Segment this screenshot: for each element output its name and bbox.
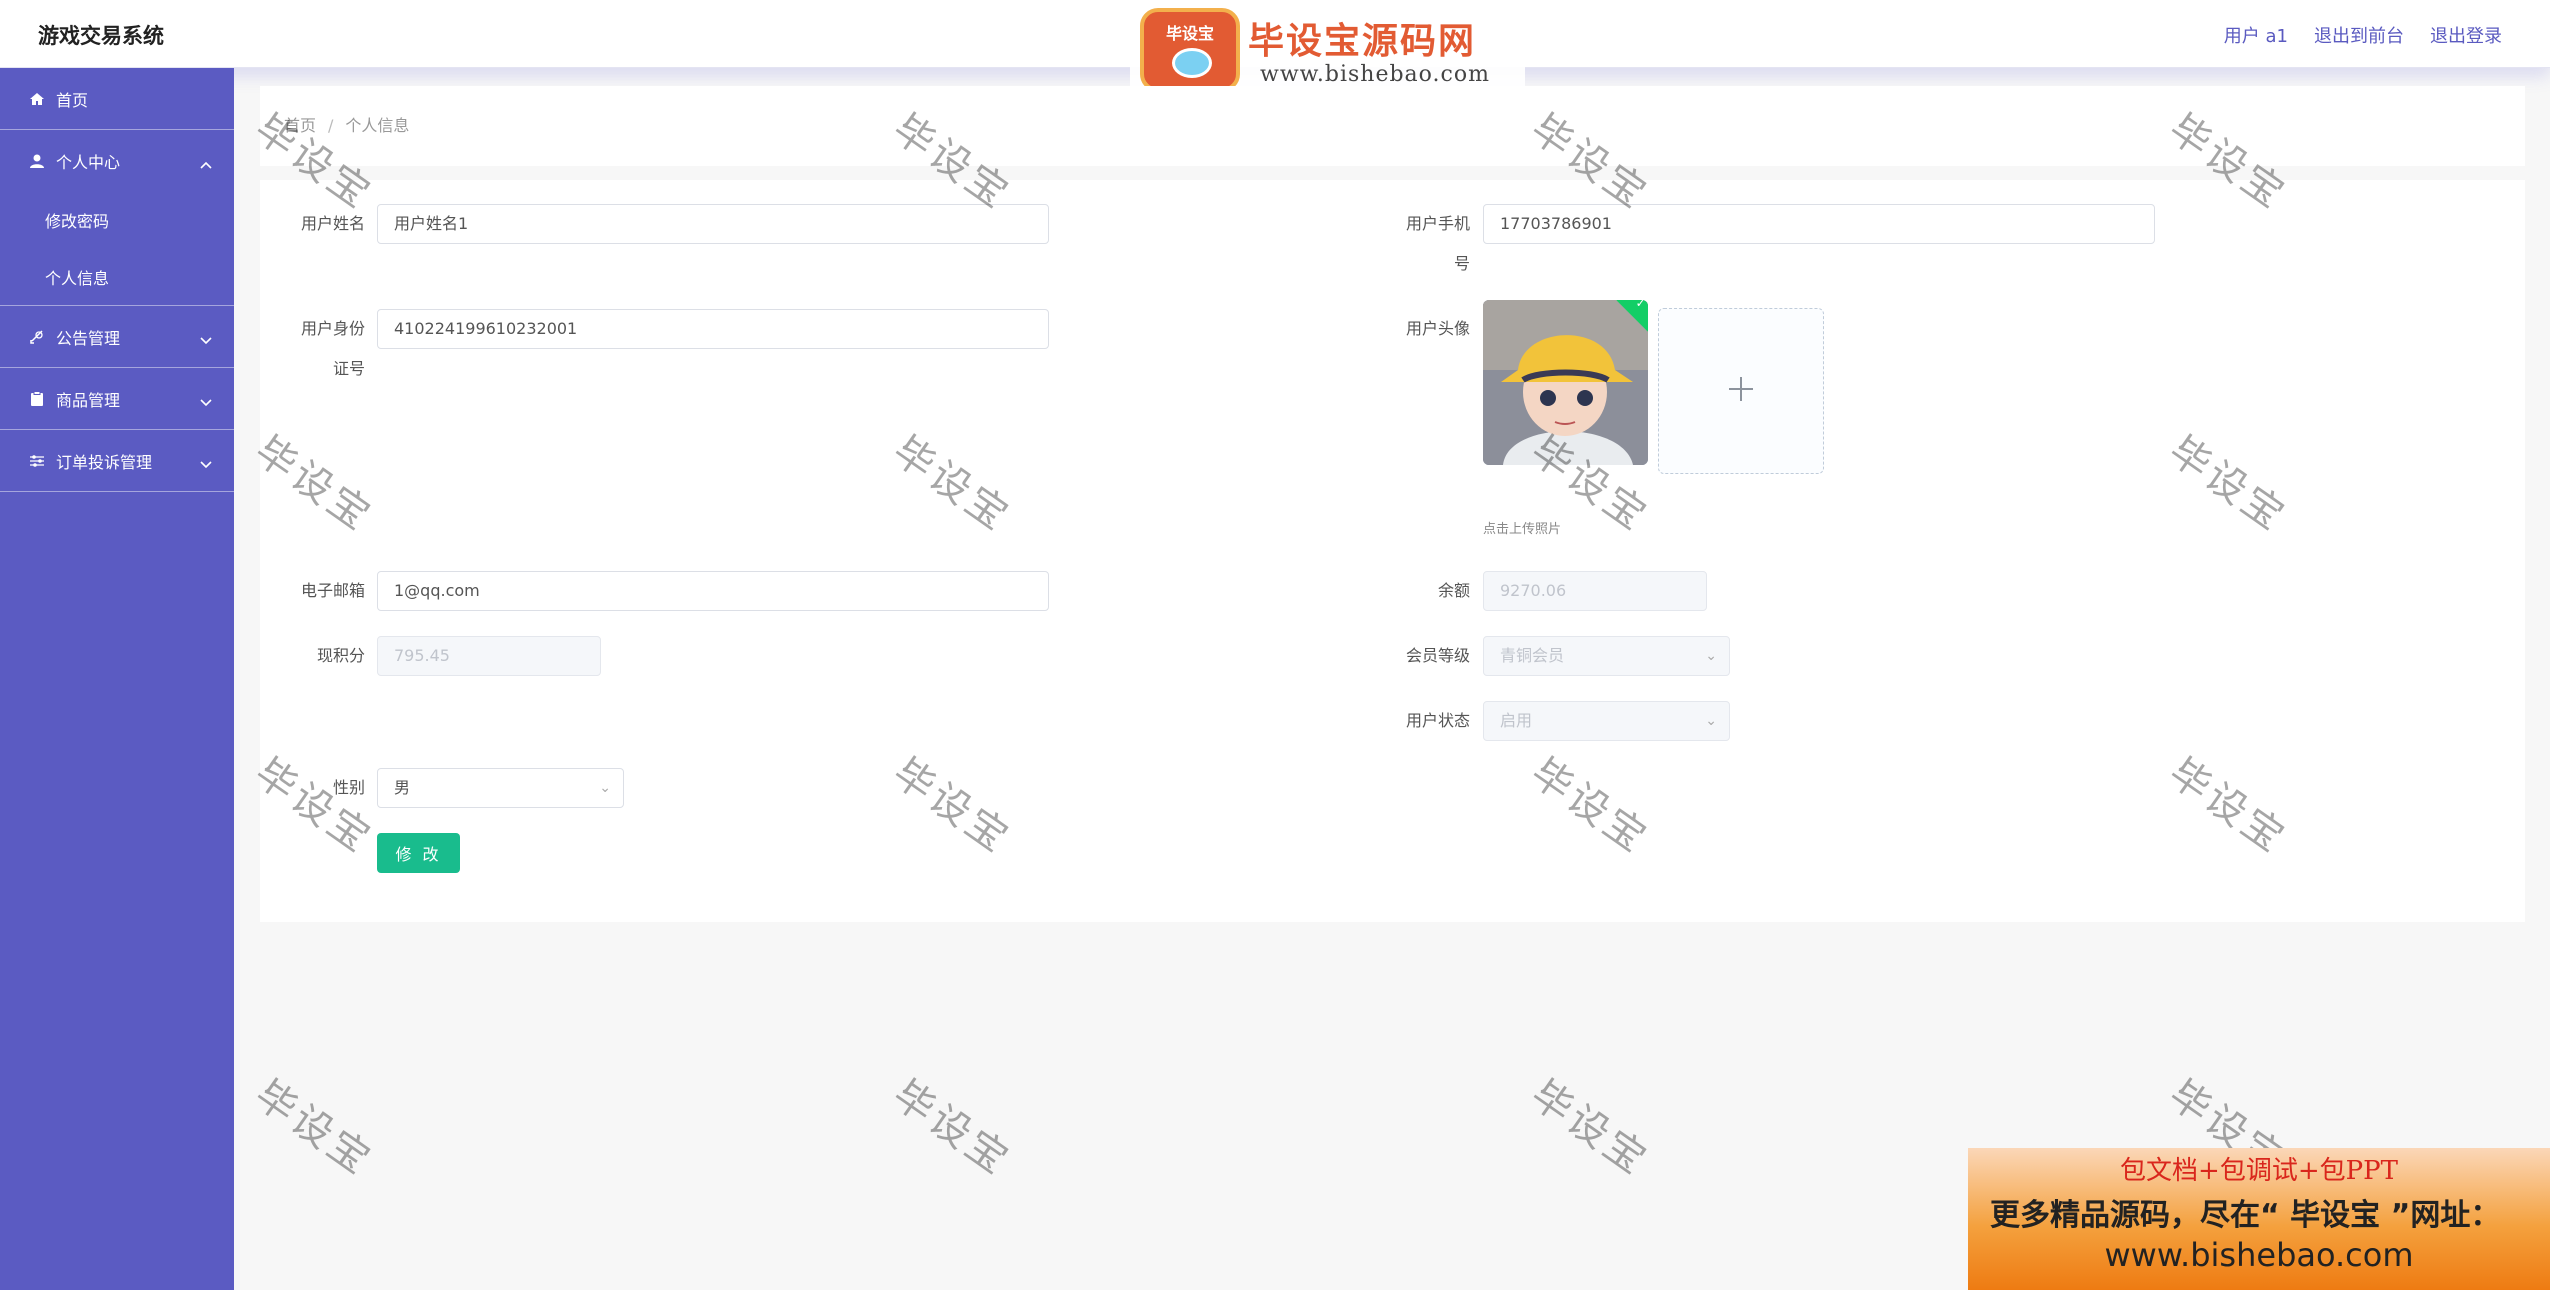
user-icon xyxy=(28,152,46,170)
balance-input: 9270.06 xyxy=(1483,571,1707,611)
upload-hint: 点击上传照片 xyxy=(1483,522,1562,537)
chevron-down-icon xyxy=(200,454,212,473)
bell-icon xyxy=(28,328,46,346)
points-input: 795.45 xyxy=(377,636,601,676)
idcard-label: 用户身份证号 xyxy=(270,309,365,389)
username-input[interactable]: 用户姓名1 xyxy=(377,204,1049,244)
chevron-down-icon xyxy=(200,392,212,411)
sidebar-subitem-personal-info[interactable]: 个人信息 xyxy=(0,248,234,306)
level-select: 青铜会员 ⌄ xyxy=(1483,636,1730,676)
avatar-label: 用户头像 xyxy=(1405,319,1470,338)
status-label: 用户状态 xyxy=(1405,711,1470,730)
sidebar-item-home[interactable]: 首页 xyxy=(0,68,234,130)
breadcrumb-current: 个人信息 xyxy=(345,116,410,135)
watermark-text: 毕设宝 xyxy=(1522,1071,1657,1185)
breadcrumb-separator: / xyxy=(328,116,334,135)
phone-input[interactable]: 17703786901 xyxy=(1483,204,2155,244)
sidebar-item-label: 个人中心 xyxy=(56,153,121,172)
sidebar: 首页 个人中心 修改密码 个人信息 公告管理 商品管理 订单投诉管理 xyxy=(0,68,234,1290)
watermark-text: 毕设宝 xyxy=(246,1071,381,1185)
logo-face-icon xyxy=(1172,48,1212,78)
sidebar-subitem-change-password[interactable]: 修改密码 xyxy=(0,192,234,248)
sidebar-item-order-complaint[interactable]: 订单投诉管理 xyxy=(0,430,234,492)
status-select-value: 启用 xyxy=(1500,711,1533,730)
username-label: 用户姓名 xyxy=(300,214,365,233)
header-links: 用户 a1 退出到前台 退出登录 xyxy=(2224,22,2502,48)
avatar-upload-button[interactable] xyxy=(1658,308,1824,474)
sidebar-item-label: 商品管理 xyxy=(56,390,121,410)
gender-label: 性别 xyxy=(332,778,365,797)
current-user-link[interactable]: 用户 a1 xyxy=(2224,22,2288,48)
promo-line-1: 包文档+包调试+包PPT xyxy=(2120,1156,2398,1186)
balance-label: 余额 xyxy=(1437,581,1470,600)
logo-title: 毕设宝源码网 xyxy=(1248,21,1477,62)
logo-badge-icon: 毕设宝 xyxy=(1140,8,1240,92)
logo-badge-text: 毕设宝 xyxy=(1166,24,1215,43)
user-avatar-image: ✓ xyxy=(1483,300,1648,465)
sidebar-item-label: 订单投诉管理 xyxy=(56,452,153,472)
breadcrumb-home[interactable]: 首页 xyxy=(284,116,316,135)
plus-icon xyxy=(1727,375,1755,407)
level-select-value: 青铜会员 xyxy=(1500,646,1565,665)
chevron-down-icon: ⌄ xyxy=(599,780,611,796)
promo-banner: 包文档+包调试+包PPT 更多精品源码，尽在“ 毕设宝 ”网址： www.bis… xyxy=(1968,1148,2550,1290)
chevron-down-icon: ⌄ xyxy=(1705,648,1717,664)
home-icon xyxy=(28,90,46,108)
watermark-text: 毕设宝 xyxy=(884,1071,1019,1185)
phone-label-text: 用户手机号 xyxy=(1405,214,1470,273)
profile-form-card xyxy=(260,180,2525,922)
sidebar-item-label: 公告管理 xyxy=(56,328,121,348)
exit-to-front-link[interactable]: 退出到前台 xyxy=(2314,22,2404,48)
check-icon: ✓ xyxy=(1635,300,1646,311)
site-logo-watermark: 毕设宝 毕设宝源码网 www.bishebao.com xyxy=(1130,0,1525,96)
sidebar-item-announcement[interactable]: 公告管理 xyxy=(0,306,234,368)
chevron-up-icon xyxy=(200,154,212,173)
sliders-icon xyxy=(28,452,46,470)
idcard-label-text: 用户身份证号 xyxy=(300,319,365,378)
email-input[interactable]: 1@qq.com xyxy=(377,571,1049,611)
chevron-down-icon xyxy=(200,330,212,349)
level-label: 会员等级 xyxy=(1405,646,1470,665)
chevron-down-icon: ⌄ xyxy=(1705,713,1717,729)
promo-url: www.bishebao.com xyxy=(2104,1236,2414,1274)
gender-select[interactable]: 男 ⌄ xyxy=(377,768,624,808)
points-label: 现积分 xyxy=(316,646,365,665)
logout-link[interactable]: 退出登录 xyxy=(2430,22,2502,48)
app-title: 游戏交易系统 xyxy=(38,24,164,48)
breadcrumb: 首页 / 个人信息 xyxy=(284,112,409,136)
promo-line-2: 更多精品源码，尽在“ 毕设宝 ”网址： xyxy=(1990,1198,2501,1233)
gender-select-value: 男 xyxy=(394,778,411,797)
sidebar-item-label: 首页 xyxy=(56,90,89,110)
logo-url: www.bishebao.com xyxy=(1260,62,1490,87)
breadcrumb-card: 首页 / 个人信息 xyxy=(260,86,2525,166)
idcard-input[interactable]: 410224199610232001 xyxy=(377,309,1049,349)
status-select: 启用 ⌄ xyxy=(1483,701,1730,741)
clipboard-icon xyxy=(28,390,46,408)
sidebar-item-product[interactable]: 商品管理 xyxy=(0,368,234,430)
email-label: 电子邮箱 xyxy=(300,581,365,600)
phone-label: 用户手机号 xyxy=(1375,204,1470,284)
submit-update-button[interactable]: 修 改 xyxy=(377,833,460,873)
sidebar-item-personal-center[interactable]: 个人中心 xyxy=(0,130,234,192)
